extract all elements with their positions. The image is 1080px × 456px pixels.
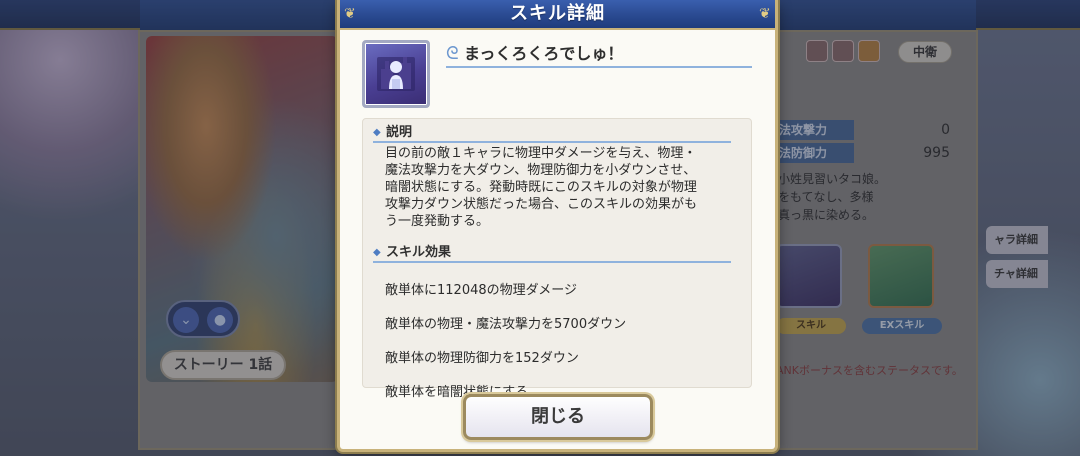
effect-line: 敵単体の物理防御力を152ダウン [385, 351, 579, 366]
effects-heading: ◆ スキル効果 [373, 243, 731, 263]
skill-description: 目の前の敵１キャラに物理中ダメージを与え、物理・ 魔法攻撃力を大ダウン、物理防御… [385, 146, 698, 229]
effect-line: 敵単体の物理・魔法攻撃力を5700ダウン [385, 317, 627, 332]
section-title: 説明 [386, 125, 413, 140]
section-title: スキル効果 [386, 245, 452, 260]
skill-content-box: ◆ 説明 目の前の敵１キャラに物理中ダメージを与え、物理・ 魔法攻撃力を大ダウン… [362, 118, 752, 400]
skill-icon [362, 40, 430, 108]
skill-detail-dialog: ❦ ❦ スキル詳細 ᘓ まっくろくろでしゅ！ ◆ 説明 目の前の敵１キャラに物理… [337, 0, 778, 452]
diamond-icon: ◆ [373, 247, 381, 258]
swirl-icon: ᘓ [446, 43, 459, 64]
dialog-header: ❦ ❦ スキル詳細 [340, 0, 775, 30]
effect-line: 敵単体に112048の物理ダメージ [385, 283, 577, 298]
diamond-icon: ◆ [373, 127, 381, 138]
close-button[interactable]: 閉じる [463, 394, 653, 440]
description-heading: ◆ 説明 [373, 123, 731, 143]
skill-name: まっくろくろでしゅ！ [464, 44, 624, 63]
skill-name-header: ᘓ まっくろくろでしゅ！ [446, 42, 752, 68]
dialog-title: スキル詳細 [510, 3, 605, 24]
